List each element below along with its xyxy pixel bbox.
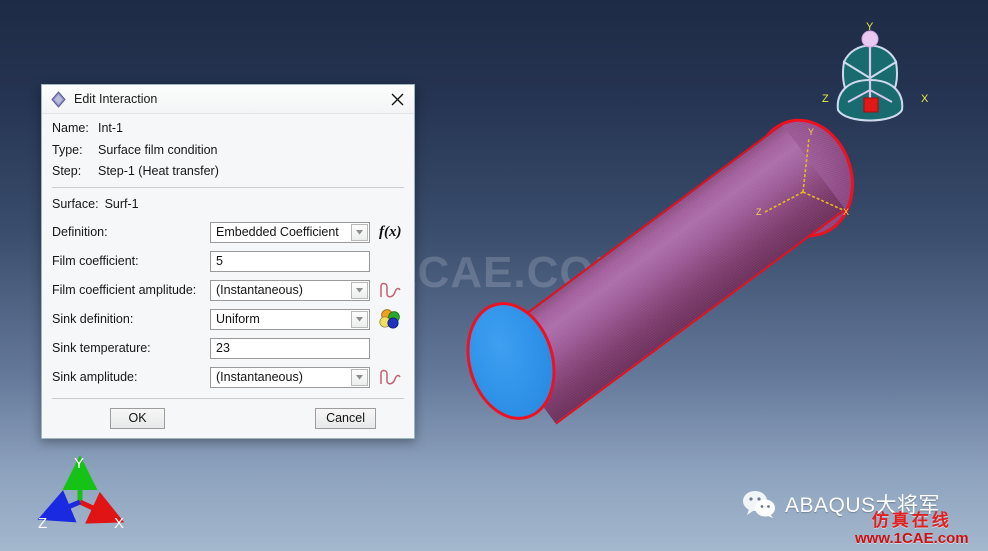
dialog-button-bar: OK Cancel	[42, 399, 414, 438]
svg-text:X: X	[114, 515, 124, 532]
dialog-title: Edit Interaction	[74, 92, 158, 106]
definition-value: Embedded Coefficient	[216, 225, 339, 239]
surface-row: Surface: Surf-1	[52, 197, 404, 211]
close-icon[interactable]	[384, 88, 410, 110]
definition-select[interactable]: Embedded Coefficient	[210, 221, 370, 243]
film-coefficient-value: 5	[216, 254, 223, 268]
surface-label: Surface:	[52, 196, 99, 211]
info-row-step: Step: Step-1 (Heat transfer)	[52, 165, 404, 178]
type-label: Type:	[52, 142, 83, 157]
dialog-body: Name: Int-1 Type: Surface film condition…	[42, 114, 414, 399]
svg-text:Y: Y	[74, 455, 84, 472]
film-amplitude-create-button[interactable]	[379, 279, 409, 301]
sink-amplitude-value: (Instantaneous)	[216, 370, 303, 384]
cancel-button[interactable]: Cancel	[315, 407, 376, 429]
sink-amplitude-create-button[interactable]	[379, 366, 409, 388]
sink-temperature-input[interactable]: 23	[210, 337, 370, 359]
field-film-coefficient-amplitude: Film coefficient amplitude: (Instantaneo…	[52, 279, 404, 302]
site-logo: 仿真在线 www.1CAE.com	[855, 512, 969, 546]
surface-value: Surf-1	[104, 196, 139, 211]
view-orientation-triad[interactable]: Y X Z	[818, 18, 938, 136]
svg-text:Z: Z	[822, 93, 829, 105]
info-row-type: Type: Surface film condition	[52, 142, 404, 157]
step-value: Step-1 (Heat transfer)	[98, 164, 219, 178]
svg-text:Z: Z	[38, 515, 47, 532]
chevron-down-icon[interactable]	[351, 281, 368, 299]
fx-icon: f(x)	[379, 223, 402, 240]
definition-label: Definition:	[52, 225, 108, 239]
film-coefficient-label: Film coefficient:	[52, 254, 139, 268]
sink-definition-select[interactable]: Uniform	[210, 308, 370, 330]
film-coefficient-amplitude-label: Film coefficient amplitude:	[52, 283, 197, 297]
divider-top	[52, 186, 404, 188]
sink-amplitude-select[interactable]: (Instantaneous)	[210, 366, 370, 388]
chevron-down-icon[interactable]	[351, 368, 368, 386]
name-value: Int-1	[98, 121, 124, 135]
name-label: Name:	[52, 121, 89, 135]
ok-button[interactable]: OK	[110, 407, 165, 429]
type-value: Surface film condition	[98, 142, 218, 157]
field-sink-amplitude: Sink amplitude: (Instantaneous)	[52, 366, 404, 389]
sink-amplitude-label: Sink amplitude:	[52, 370, 138, 384]
svg-text:Y: Y	[866, 21, 874, 33]
chevron-down-icon[interactable]	[351, 310, 368, 328]
cylinder-model[interactable]: Y X Z	[453, 106, 875, 432]
sink-definition-label: Sink definition:	[52, 312, 134, 326]
abaqus-viewport-window: 1CAE.COM Y X Z Y X Z Y X Z ABAQUS大将军 仿真在…	[0, 0, 988, 551]
info-row-name: Name: Int-1	[52, 122, 404, 135]
field-sink-temperature: Sink temperature: 23	[52, 337, 404, 360]
sink-definition-edit-button[interactable]	[379, 308, 409, 330]
abaqus-diamond-icon	[51, 90, 66, 108]
film-coefficient-amplitude-value: (Instantaneous)	[216, 283, 303, 297]
dialog-titlebar[interactable]: Edit Interaction	[42, 85, 414, 114]
film-coefficient-trailing-spacer	[379, 250, 409, 272]
sink-temperature-trailing-spacer	[379, 337, 409, 359]
sink-temperature-label: Sink temperature:	[52, 341, 151, 355]
field-definition: Definition: Embedded Coefficient f(x)	[52, 221, 404, 244]
film-coefficient-amplitude-select[interactable]: (Instantaneous)	[210, 279, 370, 301]
site-logo-url: www.1CAE.com	[855, 530, 969, 547]
wechat-icon	[743, 491, 775, 518]
edit-interaction-dialog[interactable]: Edit Interaction Name: Int-1 Type: Surfa…	[41, 84, 415, 439]
chevron-down-icon[interactable]	[351, 223, 368, 241]
film-coefficient-input[interactable]: 5	[210, 250, 370, 272]
step-label: Step:	[52, 164, 82, 178]
global-axis-triad: Y X Z	[37, 455, 125, 532]
svg-text:X: X	[921, 93, 929, 105]
sink-definition-value: Uniform	[216, 312, 260, 326]
amplitude-wave-icon	[380, 282, 401, 298]
sink-temperature-value: 23	[216, 341, 230, 355]
color-balls-icon	[379, 309, 400, 329]
definition-fx-button[interactable]: f(x)	[379, 221, 409, 243]
site-logo-cn: 仿真在线	[871, 511, 952, 530]
field-sink-definition: Sink definition: Uniform	[52, 308, 404, 331]
field-film-coefficient: Film coefficient: 5	[52, 250, 404, 273]
amplitude-wave-icon	[380, 369, 401, 385]
